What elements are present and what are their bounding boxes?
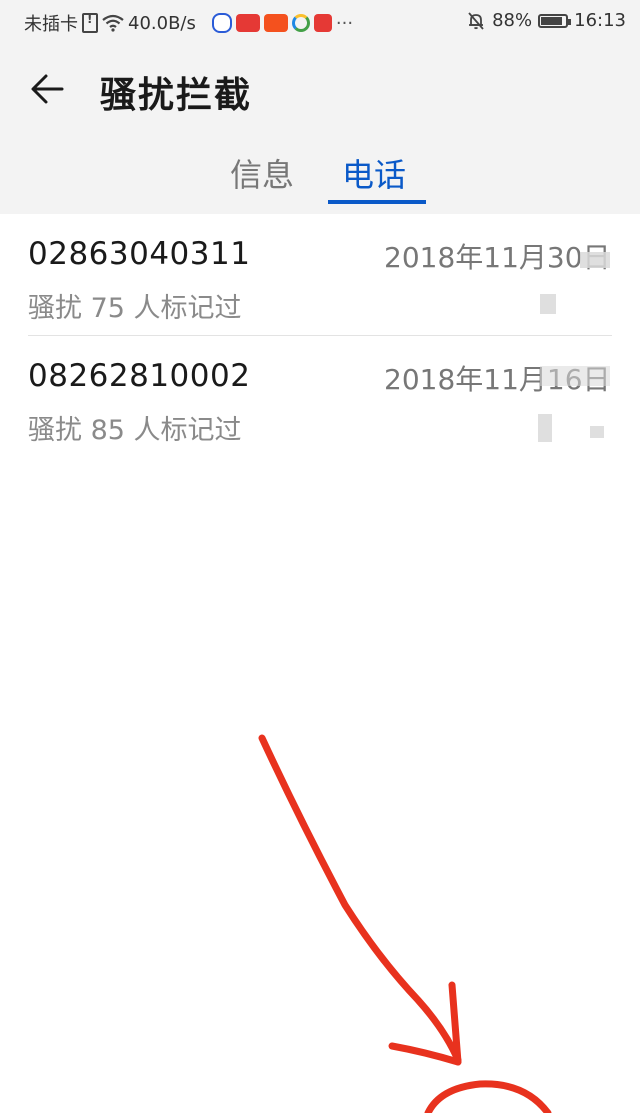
call-tag: 骚扰 75 人标记过 (28, 293, 242, 324)
battery-fill (541, 16, 563, 25)
toutiao-app-icon (235, 14, 260, 32)
status-bar-left: 未插卡 40.0B/s ··· (24, 10, 353, 36)
tab-messages[interactable]: 信息 (230, 150, 294, 196)
tab-calls[interactable]: 电话 (342, 150, 406, 196)
blurred-region (540, 294, 556, 314)
list-item[interactable]: 02863040311 2018年11月30日 骚扰 75 人标记过 (0, 214, 640, 336)
call-date: 2018年11月30日 (384, 241, 611, 274)
back-button[interactable] (22, 64, 72, 114)
blocked-call-list: 02863040311 2018年11月30日 骚扰 75 人标记过 08262… (0, 214, 640, 458)
battery-tip (568, 18, 572, 25)
bell-off-icon (468, 11, 484, 30)
tab-bar: 信息 电话 (0, 140, 640, 214)
battery-percent: 88% (492, 10, 533, 31)
kuaibao-app-icon (263, 14, 288, 32)
status-bar-right: 88% 16:13 (466, 10, 626, 31)
wifi-icon (102, 14, 124, 32)
blurred-region (580, 252, 610, 268)
red-app-icon (313, 14, 332, 32)
annotation-arrow-shaft (258, 734, 462, 1064)
status-bar: 未插卡 40.0B/s ··· 88% 16:13 (0, 0, 640, 44)
clock: 16:13 (574, 10, 626, 31)
sim-alert-icon (82, 12, 98, 33)
page-title: 骚扰拦截 (100, 75, 253, 116)
baidu-app-icon (211, 13, 232, 33)
call-number: 02863040311 (28, 236, 251, 272)
active-tab-indicator (328, 200, 426, 204)
call-tag: 骚扰 85 人标记过 (28, 415, 242, 446)
list-item[interactable]: 08262810002 2018年11月16日 骚扰 85 人标记过 (0, 336, 640, 458)
net-speed-label: 40.0B/s (128, 12, 196, 34)
annotation-arrow-head-right (448, 981, 462, 1066)
more-icon: ··· (335, 12, 354, 34)
blurred-region (540, 366, 610, 386)
annotation-circle (424, 1080, 552, 1113)
back-arrow-icon (31, 74, 64, 104)
call-number: 08262810002 (28, 358, 251, 394)
annotation-arrow-head-left (388, 1042, 462, 1066)
blurred-region (538, 414, 552, 442)
carrier-label: 未插卡 (24, 14, 78, 35)
blurred-region (590, 426, 604, 438)
circle-app-icon (291, 14, 310, 32)
app-header: 骚扰拦截 信息 电话 (0, 44, 640, 214)
battery-icon (538, 13, 572, 28)
